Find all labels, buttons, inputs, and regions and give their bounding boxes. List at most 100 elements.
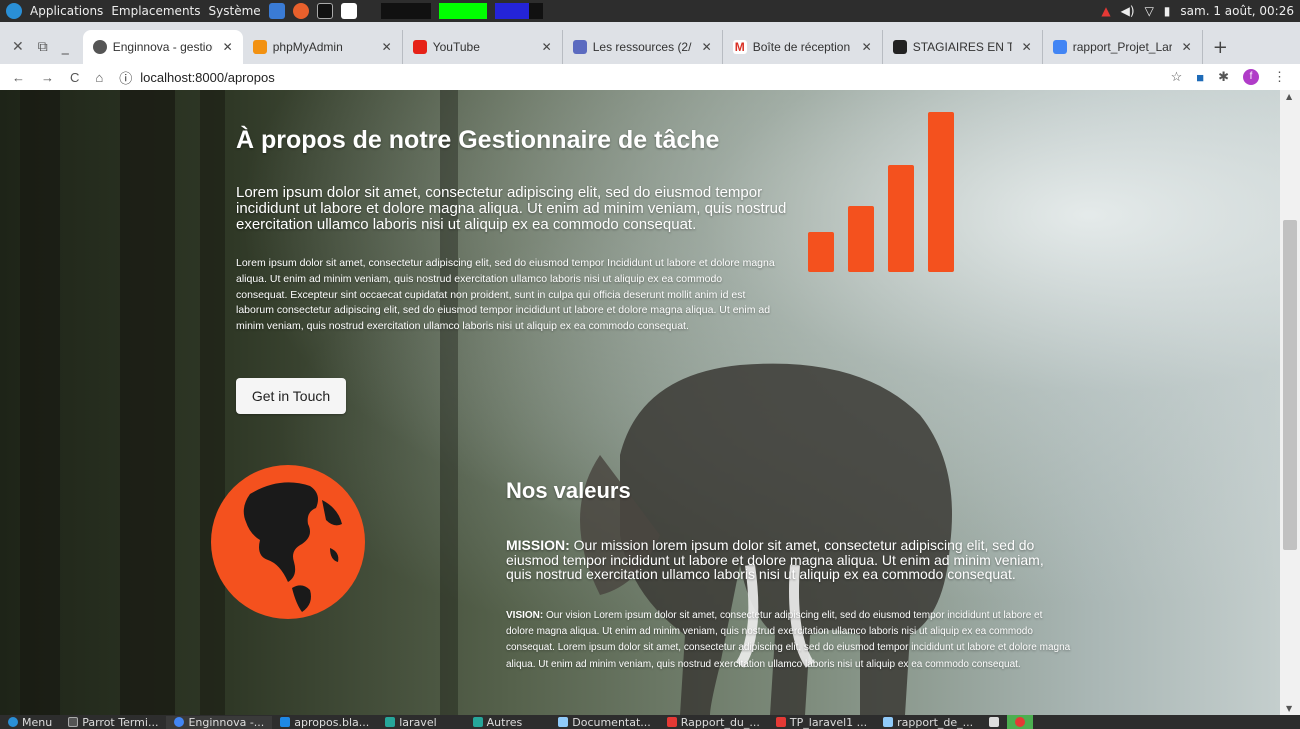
menu-icon	[8, 717, 18, 727]
close-tab-icon[interactable]: ✕	[542, 40, 552, 54]
taskbar-item[interactable]: Menu	[0, 716, 60, 729]
taskbar-item[interactable]	[1007, 715, 1034, 729]
taskbar-item[interactable]: laravel	[377, 716, 444, 729]
folder-icon	[472, 717, 483, 727]
volume-icon[interactable]: ◀)	[1121, 4, 1135, 18]
taskbar-item[interactable]: Documentat...	[550, 716, 659, 729]
tab-ressources[interactable]: Les ressources (2/2) ✕	[563, 30, 723, 64]
taskbar-item[interactable]: apropos.bla...	[272, 716, 377, 729]
page-viewport: À propos de notre Gestionnaire de tâche …	[0, 90, 1280, 715]
chrome-icon	[1015, 717, 1026, 727]
scroll-up-icon[interactable]: ▲	[1286, 92, 1292, 101]
url-text[interactable]: localhost:8000/apropos	[140, 70, 274, 85]
mission-text: Our mission lorem ipsum dolor sit amet, …	[506, 537, 1044, 582]
pdf-icon[interactable]	[340, 3, 357, 19]
pdf-icon	[666, 717, 677, 727]
battery-icon[interactable]: ▮	[1164, 4, 1171, 18]
new-tab-button[interactable]: +	[1203, 30, 1238, 64]
bookmark-star-icon[interactable]: ☆	[1171, 69, 1183, 85]
restore-window-icon[interactable]: ⧉	[38, 39, 48, 55]
network-graph-icon	[494, 3, 543, 19]
tab-rapport[interactable]: rapport_Projet_Larav ✕	[1043, 30, 1203, 64]
scrollbar-thumb[interactable]	[1283, 220, 1297, 550]
taskbar-item[interactable]: Autres	[465, 716, 531, 729]
globe-icon	[211, 465, 365, 619]
system-top-bar: Applications Emplacements Système ▲ ◀) ▽…	[0, 0, 1300, 22]
tab-youtube[interactable]: YouTube ✕	[403, 30, 563, 64]
taskbar-item[interactable]	[981, 717, 1007, 727]
taskbar-item[interactable]: rapport_de_...	[875, 716, 981, 729]
folder-icon	[385, 717, 396, 727]
values-title: Nos valeurs	[506, 478, 631, 503]
launcher-icon[interactable]	[268, 3, 285, 19]
terminal-icon[interactable]	[316, 3, 333, 19]
vision-paragraph: VISION: Our vision Lorem ipsum dolor sit…	[506, 608, 1071, 673]
address-bar: ← → C ⌂ ⓘ localhost:8000/apropos ☆ ■ ✱ f…	[0, 64, 1300, 90]
browser-tab-strip: ✕ ⧉ _ Enginnova - gestion ✕ phpMyAdmin ✕…	[0, 22, 1300, 64]
gmail-icon: M	[732, 40, 747, 54]
window-controls: ✕ ⧉ _	[0, 30, 83, 64]
wifi-icon[interactable]: ▽	[1145, 4, 1154, 18]
document-icon	[558, 717, 569, 727]
reload-icon[interactable]: C	[70, 70, 79, 85]
close-tab-icon[interactable]: ✕	[223, 40, 233, 54]
alert-icon[interactable]: ▲	[1101, 4, 1110, 18]
vision-text: Our vision Lorem ipsum dolor sit amet, c…	[506, 610, 1071, 670]
taskbar-item[interactable]: Parrot Termi...	[60, 716, 166, 729]
menu-applications[interactable]: Applications	[30, 4, 103, 18]
chrome-icon	[92, 40, 107, 54]
memory-graph-icon	[438, 3, 487, 19]
taskbar-item[interactable]: TP_laravel1 ...	[768, 716, 875, 729]
tab-gmail[interactable]: M Boîte de réception (9 ✕	[723, 30, 883, 64]
forward-icon[interactable]: →	[41, 70, 54, 85]
chrome-icon	[174, 717, 185, 727]
pdf-icon	[775, 717, 786, 727]
minimize-window-icon[interactable]: _	[62, 39, 69, 55]
terminal-icon	[68, 717, 79, 727]
phpmyadmin-icon	[252, 40, 267, 54]
parrot-menu-icon[interactable]	[6, 3, 22, 19]
close-tab-icon[interactable]: ✕	[862, 40, 872, 54]
menu-systeme[interactable]: Système	[209, 4, 261, 18]
tab-stagiaires[interactable]: STAGIAIRES EN TECH ✕	[883, 30, 1043, 64]
lead-paragraph: Lorem ipsum dolor sit amet, consectetur …	[236, 184, 787, 233]
kebab-menu-icon[interactable]: ⋮	[1273, 69, 1286, 85]
close-tab-icon[interactable]: ✕	[1182, 40, 1192, 54]
info-icon[interactable]: ⓘ	[119, 68, 132, 87]
close-tab-icon[interactable]: ✕	[1022, 40, 1032, 54]
mission-paragraph: MISSION: Our mission lorem ipsum dolor s…	[506, 538, 1066, 582]
body-paragraph: Lorem ipsum dolor sit amet, consectetur …	[236, 257, 775, 333]
vision-label: VISION:	[506, 610, 544, 621]
tab-phpmyadmin[interactable]: phpMyAdmin ✕	[243, 30, 403, 64]
extensions-puzzle-icon[interactable]: ✱	[1218, 69, 1229, 85]
youtube-icon	[412, 40, 427, 54]
classroom-icon	[892, 40, 907, 54]
omnibox[interactable]: ⓘ localhost:8000/apropos	[119, 68, 274, 87]
back-icon[interactable]: ←	[12, 70, 25, 85]
home-icon[interactable]: ⌂	[95, 70, 103, 85]
bottom-taskbar: Menu Parrot Termi... Enginnova -... apro…	[0, 715, 1300, 729]
resources-icon	[572, 40, 587, 54]
page-title: À propos de notre Gestionnaire de tâche	[236, 126, 720, 154]
document-icon	[883, 717, 894, 727]
taskbar-item[interactable]: Enginnova -...	[166, 715, 273, 729]
cpu-graph-icon	[380, 3, 431, 19]
about-section: À propos de notre Gestionnaire de tâche …	[0, 90, 1280, 715]
page-scrollbar[interactable]: ▲ ▼	[1280, 90, 1300, 715]
tab-enginnova[interactable]: Enginnova - gestion ✕	[82, 30, 243, 64]
taskbar-item[interactable]: Rapport_du_...	[659, 716, 768, 729]
close-window-icon[interactable]: ✕	[12, 39, 24, 55]
firefox-icon[interactable]	[292, 3, 309, 19]
scroll-down-icon[interactable]: ▼	[1286, 704, 1292, 713]
close-tab-icon[interactable]: ✕	[702, 40, 712, 54]
vscode-icon	[280, 717, 291, 727]
menu-emplacements[interactable]: Emplacements	[111, 4, 200, 18]
profile-avatar[interactable]: f	[1243, 69, 1259, 85]
docs-icon	[1052, 40, 1067, 54]
print-icon	[989, 717, 1000, 727]
get-in-touch-button[interactable]: Get in Touch	[236, 378, 346, 414]
extension-icon[interactable]: ■	[1196, 70, 1204, 85]
signal-bars-icon	[808, 112, 954, 272]
clock[interactable]: sam. 1 août, 00:26	[1180, 4, 1294, 18]
close-tab-icon[interactable]: ✕	[382, 40, 392, 54]
